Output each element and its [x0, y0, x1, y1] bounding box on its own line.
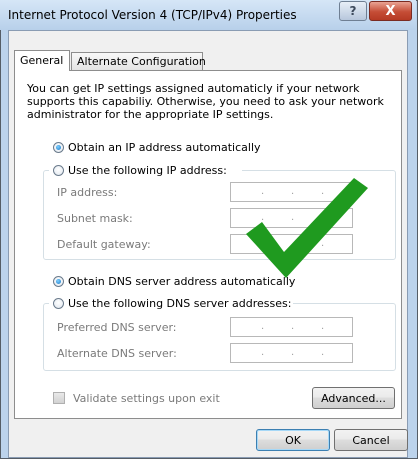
use-following-dns-label: Use the following DNS server addresses: — [68, 297, 292, 310]
close-button[interactable]: X — [369, 1, 412, 21]
obtain-ip-auto-radio[interactable] — [53, 142, 64, 153]
help-icon: ? — [349, 4, 357, 18]
use-following-ip-radio[interactable] — [53, 165, 64, 176]
obtain-dns-auto-label: Obtain DNS server address automatically — [68, 275, 296, 288]
use-following-dns-radio[interactable] — [53, 298, 64, 309]
validate-settings-label: Validate settings upon exit — [73, 392, 220, 405]
tab-general[interactable]: General — [14, 50, 70, 71]
ok-button-label: OK — [285, 433, 301, 447]
tab-alternate-configuration-label: Alternate Configuration — [77, 55, 206, 68]
window-title: Internet Protocol Version 4 (TCP/IPv4) P… — [8, 8, 297, 22]
close-icon: X — [385, 3, 396, 19]
validate-settings-checkbox[interactable] — [53, 392, 65, 404]
obtain-ip-auto-label: Obtain an IP address automatically — [68, 141, 261, 154]
description-text: You can get IP settings assigned automat… — [27, 82, 384, 121]
ip-address-label: IP address: — [57, 186, 118, 199]
alternate-dns-input[interactable]: ... — [230, 343, 353, 363]
tab-general-label: General — [20, 54, 64, 67]
default-gateway-label: Default gateway: — [57, 238, 151, 251]
advanced-button[interactable]: Advanced... — [312, 387, 395, 409]
advanced-button-label: Advanced... — [321, 391, 386, 405]
default-gateway-input[interactable]: ... — [230, 234, 353, 254]
subnet-mask-label: Subnet mask: — [57, 212, 133, 225]
alternate-dns-label: Alternate DNS server: — [57, 347, 177, 360]
ok-button[interactable]: OK — [256, 429, 330, 451]
use-following-ip-label: Use the following IP address: — [68, 164, 227, 177]
ip-address-input[interactable]: ... — [230, 182, 353, 202]
subnet-mask-input[interactable]: ... — [230, 208, 353, 228]
help-button[interactable]: ? — [339, 1, 367, 21]
preferred-dns-input[interactable]: ... — [230, 317, 353, 337]
preferred-dns-label: Preferred DNS server: — [57, 321, 177, 334]
cancel-button[interactable]: Cancel — [334, 429, 408, 451]
cancel-button-label: Cancel — [352, 433, 390, 447]
obtain-dns-auto-radio[interactable] — [53, 276, 64, 287]
tab-alternate-configuration[interactable]: Alternate Configuration — [71, 52, 206, 70]
